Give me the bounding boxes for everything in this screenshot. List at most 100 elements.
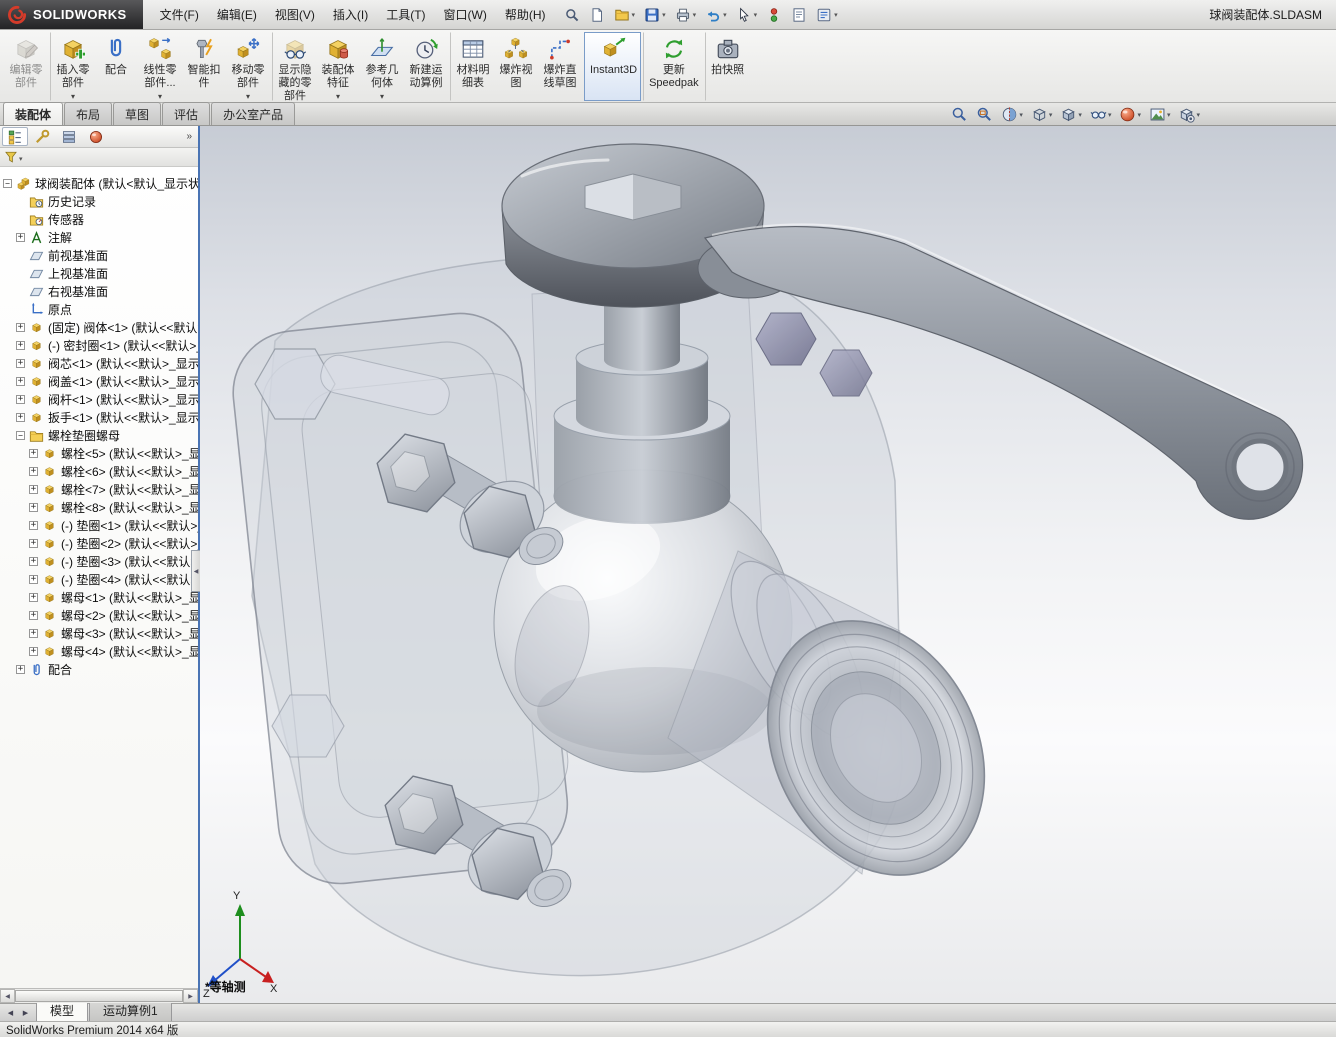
ribbon-button[interactable]: 新建运 动算例 [404,32,448,101]
toolbar-icon-button[interactable] [788,5,810,25]
tree-item[interactable]: 配合 [0,660,198,678]
ribbon-button[interactable]: 爆炸视 图 [494,32,538,101]
tree-expander[interactable] [29,647,38,656]
tree-item[interactable]: 上视基准面 [0,264,198,282]
tree-expander[interactable] [16,197,25,206]
tree-item[interactable]: 螺栓<8> (默认<<默认>_显示状态 1>) [0,498,198,516]
tree-item[interactable]: 螺母<2> (默认<<默认>_显示状态 1>) [0,606,198,624]
tree-expander[interactable] [3,179,12,188]
ribbon-button[interactable]: Instant3D [584,32,641,101]
tree-item[interactable]: (-) 垫圈<3> (默认<<默认>_显示状态 1>) [0,552,198,570]
tree-expander[interactable] [29,449,38,458]
scroll-right-arrow-icon[interactable]: ▶ [183,989,198,1003]
ribbon-button[interactable]: 移动零 部件 [226,32,270,101]
scrollbar-thumb[interactable] [15,990,183,1002]
command-tab[interactable]: 草图 [113,102,161,125]
tree-item[interactable]: 螺栓<5> (默认<<默认>_显示状态 1>) [0,444,198,462]
view-toolbar-button[interactable] [1001,106,1023,123]
tree-expander[interactable] [16,323,25,332]
tree-item[interactable]: 螺栓<6> (默认<<默认>_显示状态 1>) [0,462,198,480]
panel-tab[interactable] [29,127,55,146]
tree-item[interactable]: (-) 垫圈<1> (默认<<默认>_显示状态 1>) [0,516,198,534]
tree-expander[interactable] [29,575,38,584]
menu-item[interactable]: 视图(V) [266,2,324,27]
menu-item[interactable]: 工具(T) [377,2,434,27]
tree-item[interactable]: 阀盖<1> (默认<<默认>_显示状态 1>) [0,372,198,390]
toolbar-icon-button[interactable] [763,5,785,25]
tree-item[interactable]: 扳手<1> (默认<<默认>_显示状态 1>) [0,408,198,426]
tree-expander[interactable] [16,269,25,278]
view-toolbar-button[interactable] [1060,106,1082,123]
tree-item[interactable]: 原点 [0,300,198,318]
toolbar-icon-button[interactable] [586,5,608,25]
tree-item[interactable]: 阀芯<1> (默认<<默认>_显示状态 1>) [0,354,198,372]
view-toolbar-button[interactable] [976,106,993,123]
study-tab[interactable]: 运动算例1 [89,1000,172,1021]
tree-item[interactable]: 注解 [0,228,198,246]
panel-horizontal-scrollbar[interactable]: ◀ ▶ [0,988,198,1003]
ribbon-button[interactable]: 材料明 细表 [450,32,494,101]
model-3d-view[interactable]: Y Z X [200,126,1336,1003]
tree-expander[interactable] [16,413,25,422]
tree-item[interactable]: 右视基准面 [0,282,198,300]
menu-item[interactable]: 帮助(H) [496,2,555,27]
view-toolbar-button[interactable] [951,106,968,123]
ribbon-button[interactable]: 线性零 部件... [138,32,182,101]
chevron-double-icon[interactable]: » [182,131,196,142]
tree-item[interactable]: 前视基准面 [0,246,198,264]
tree-expander[interactable] [16,305,25,314]
tree-item[interactable]: (-) 垫圈<2> (默认<<默认>_显示状态 1>) [0,534,198,552]
panel-collapse-handle[interactable]: ◀ [191,550,200,592]
tree-expander[interactable] [29,485,38,494]
ribbon-button[interactable]: 更新 Speedpak [643,32,703,101]
menu-item[interactable]: 编辑(E) [208,2,266,27]
tree-expander[interactable] [29,611,38,620]
tree-expander[interactable] [16,233,25,242]
tree-item[interactable]: 阀杆<1> (默认<<默认>_显示状态 1>) [0,390,198,408]
study-tab[interactable]: 模型 [36,1000,88,1021]
panel-tab[interactable] [2,127,28,146]
tree-expander[interactable] [16,251,25,260]
view-toolbar-button[interactable] [1119,106,1141,123]
tree-item[interactable]: (-) 密封圈<1> (默认<<默认>_显示状态 1>) [0,336,198,354]
view-toolbar-button[interactable] [1031,106,1053,123]
view-toolbar-button[interactable] [1090,106,1112,123]
ribbon-button[interactable]: 插入零 部件 [50,32,94,101]
view-toolbar-button[interactable] [1149,106,1171,123]
panel-tab[interactable] [56,127,82,146]
tree-item[interactable]: (-) 垫圈<4> (默认<<默认>_显示状态 1>) [0,570,198,588]
tree-expander[interactable] [16,431,25,440]
toolbar-icon-button[interactable] [561,5,583,25]
ribbon-button[interactable]: 拍快照 [705,32,749,101]
command-tab[interactable]: 布局 [64,102,112,125]
tree-expander[interactable] [16,341,25,350]
tree-item[interactable]: 螺栓垫圈螺母 [0,426,198,444]
menu-item[interactable]: 窗口(W) [435,2,496,27]
tree-expander[interactable] [29,593,38,602]
scroll-left-arrow-icon[interactable]: ◀ [0,989,15,1003]
panel-tab[interactable] [83,127,109,146]
toolbar-icon-button[interactable] [702,5,730,25]
command-tab[interactable]: 办公室产品 [211,102,295,125]
tree-expander[interactable] [16,395,25,404]
sheet-scroll-left-icon[interactable] [3,1006,18,1020]
toolbar-icon-button[interactable] [611,5,639,25]
tree-expander[interactable] [29,521,38,530]
toolbar-icon-button[interactable] [733,5,761,25]
tree-expander[interactable] [16,215,25,224]
graphics-area[interactable]: Y Z X *等轴测 [200,126,1336,1003]
tree-expander[interactable] [16,665,25,674]
sheet-scroll-right-icon[interactable] [18,1006,33,1020]
tree-expander[interactable] [16,377,25,386]
tree-expander[interactable] [29,629,38,638]
tree-expander[interactable] [29,467,38,476]
toolbar-icon-button[interactable] [641,5,669,25]
tree-item[interactable]: 传感器 [0,210,198,228]
menu-item[interactable]: 文件(F) [151,2,208,27]
ribbon-button[interactable]: 配合 [94,32,138,101]
filter-dropdown-arrow-icon[interactable] [18,148,23,166]
tree-item[interactable]: 历史记录 [0,192,198,210]
command-tab[interactable]: 评估 [162,102,210,125]
tree-item[interactable]: 螺母<4> (默认<<默认>_显示状态 1>) [0,642,198,660]
tree-expander[interactable] [16,287,25,296]
